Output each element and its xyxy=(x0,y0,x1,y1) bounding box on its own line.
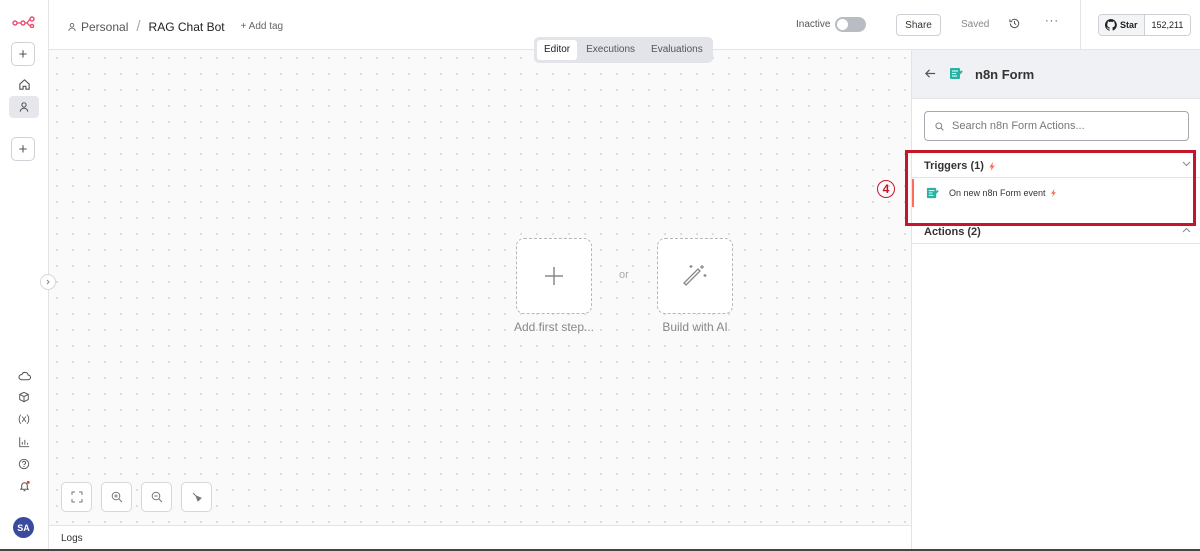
n8n-form-icon xyxy=(926,186,939,204)
plus-icon: + xyxy=(18,140,28,158)
or-label: or xyxy=(619,269,629,281)
add-tag-button[interactable]: + Add tag xyxy=(241,21,284,32)
tab-editor[interactable]: Editor xyxy=(537,40,578,60)
n8n-form-icon xyxy=(949,66,963,85)
lightning-bolt-icon xyxy=(989,161,995,171)
breadcrumb: Personal / RAG Chat Bot + Add tag xyxy=(67,18,283,35)
triggers-title: Triggers (1) xyxy=(924,160,996,172)
collapse-sidebar-button[interactable] xyxy=(40,274,56,290)
insights-icon[interactable] xyxy=(9,431,39,453)
personal-user-icon[interactable] xyxy=(9,96,39,118)
lightning-bolt-icon xyxy=(1050,189,1056,197)
logs-bar[interactable]: Logs xyxy=(49,525,911,549)
github-star: Star xyxy=(1099,15,1145,35)
build-with-ai-label: Build with AI xyxy=(662,320,728,334)
fit-view-button[interactable] xyxy=(61,482,92,512)
add-project-button[interactable]: + xyxy=(11,137,35,161)
help-icon[interactable] xyxy=(9,453,39,475)
tidy-up-button[interactable] xyxy=(181,482,212,512)
github-star-count: 152,211 xyxy=(1144,15,1191,35)
status-label: Inactive xyxy=(796,19,831,30)
actions-label: Actions (2) xyxy=(924,226,981,238)
share-button[interactable]: Share xyxy=(896,14,941,36)
panel-title: n8n Form xyxy=(975,67,1035,82)
node-creator-panel: n8n Form Triggers (1) On new n8n Form ev… xyxy=(911,50,1200,549)
fit-view-icon xyxy=(71,491,82,503)
breadcrumb-separator: / xyxy=(136,18,141,35)
plus-icon xyxy=(545,267,563,285)
workflow-name[interactable]: RAG Chat Bot xyxy=(149,20,225,34)
tab-executions[interactable]: Executions xyxy=(579,40,642,60)
trigger-item-on-new-form-event[interactable]: On new n8n Form event xyxy=(912,179,1200,207)
chevron-up-icon xyxy=(1182,227,1191,233)
n8n-logo-icon[interactable] xyxy=(12,15,36,33)
zoom-in-icon xyxy=(111,491,122,503)
add-first-step-label: Add first step... xyxy=(513,320,595,334)
breadcrumb-project[interactable]: Personal xyxy=(81,20,128,34)
notifications-bell-icon[interactable] xyxy=(9,475,39,497)
actions-section-header[interactable]: Actions (2) xyxy=(912,220,1200,244)
magic-wand-icon xyxy=(683,265,707,286)
trigger-item-label: On new n8n Form event xyxy=(949,188,1057,198)
cloud-icon[interactable] xyxy=(9,365,39,387)
more-options-icon[interactable]: ··· xyxy=(1045,15,1059,27)
user-icon xyxy=(68,22,76,31)
view-tabs: Editor Executions Evaluations xyxy=(534,37,713,63)
add-first-step-button[interactable] xyxy=(516,238,592,314)
workflow-canvas[interactable]: Editor Executions Evaluations Add first … xyxy=(49,37,911,525)
panel-header: n8n Form xyxy=(912,50,1200,99)
logs-label: Logs xyxy=(61,533,83,544)
chevron-right-icon xyxy=(46,279,50,285)
history-icon[interactable] xyxy=(1008,17,1021,35)
search-icon xyxy=(935,121,944,131)
home-icon[interactable] xyxy=(9,73,39,95)
github-icon xyxy=(1105,19,1117,31)
search-field[interactable] xyxy=(924,111,1189,141)
saved-status: Saved xyxy=(961,19,990,30)
zoom-out-button[interactable] xyxy=(141,482,172,512)
toggle-knob xyxy=(837,19,848,30)
variables-icon[interactable]: (x) xyxy=(9,408,39,430)
trigger-item-text: On new n8n Form event xyxy=(949,188,1046,198)
avatar[interactable]: SA xyxy=(13,517,34,538)
annotation-step-marker: 4 xyxy=(877,180,895,198)
github-section: Star 152,211 xyxy=(1080,0,1200,50)
plus-icon: + xyxy=(18,45,28,63)
build-with-ai-button[interactable] xyxy=(657,238,733,314)
zoom-in-button[interactable] xyxy=(101,482,132,512)
create-button[interactable]: + xyxy=(11,42,35,66)
app-window: + + (x) SA Personal / RAG Chat Bot + Add… xyxy=(0,0,1200,551)
active-toggle[interactable] xyxy=(835,17,866,32)
broom-icon xyxy=(192,492,202,502)
github-star-label: Star xyxy=(1120,20,1138,30)
triggers-section-header[interactable]: Triggers (1) xyxy=(912,152,1200,178)
github-star-button[interactable]: Star 152,211 xyxy=(1098,14,1192,36)
zoom-out-icon xyxy=(151,491,162,503)
templates-icon[interactable] xyxy=(9,386,39,408)
triggers-label: Triggers (1) xyxy=(924,160,984,172)
search-input[interactable] xyxy=(952,120,1172,132)
chevron-down-icon xyxy=(1182,161,1191,167)
back-arrow-icon[interactable] xyxy=(924,67,937,85)
tab-evaluations[interactable]: Evaluations xyxy=(644,40,710,60)
